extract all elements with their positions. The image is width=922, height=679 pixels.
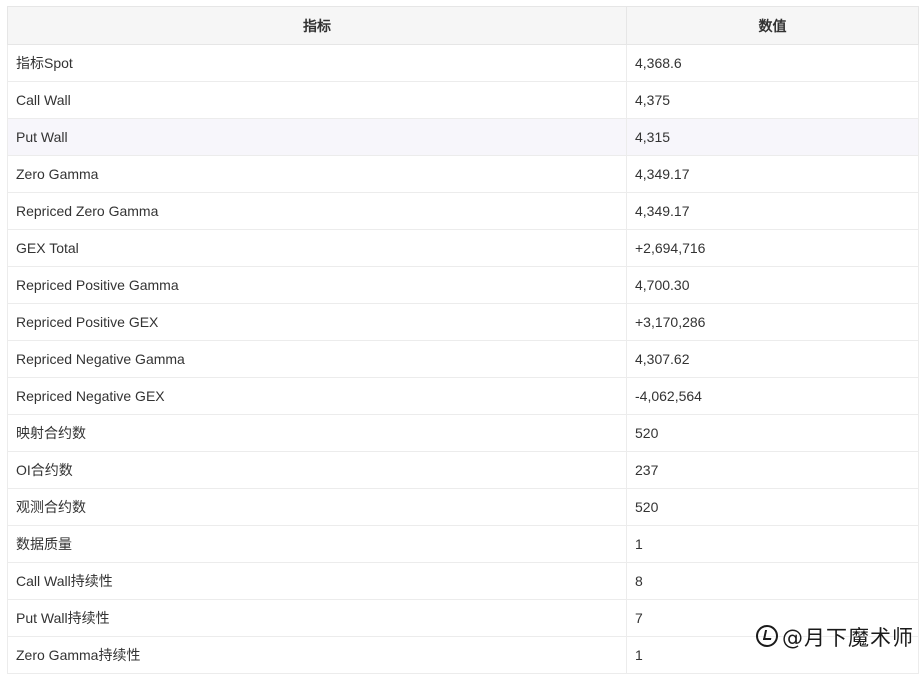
table-row: Repriced Positive GEX +3,170,286 xyxy=(7,303,919,341)
metric-value-cell: 4,700.30 xyxy=(626,266,919,304)
table-row: Put Wall 4,315 xyxy=(7,118,919,156)
watermark-text: @月下魔术师 xyxy=(782,626,914,650)
metric-name-cell: Put Wall xyxy=(7,118,627,156)
table-row: Call Wall 4,375 xyxy=(7,81,919,119)
table-row: Zero Gamma 4,349.17 xyxy=(7,155,919,193)
metric-name-cell: OI合约数 xyxy=(7,451,627,489)
data-table: 指标 数值 指标Spot 4,368.6 Call Wall 4,375 Put… xyxy=(7,6,919,674)
metric-name-cell: Repriced Negative Gamma xyxy=(7,340,627,378)
metric-name-cell: Repriced Positive GEX xyxy=(7,303,627,341)
metric-value-cell: 8 xyxy=(626,562,919,600)
metric-name-cell: Put Wall持续性 xyxy=(7,599,627,637)
table-row: GEX Total +2,694,716 xyxy=(7,229,919,267)
metric-name-cell: 指标Spot xyxy=(7,44,627,82)
metric-name-cell: Call Wall持续性 xyxy=(7,562,627,600)
metric-name-cell: 映射合约数 xyxy=(7,414,627,452)
metric-name-cell: Repriced Zero Gamma xyxy=(7,192,627,230)
metric-name-cell: Zero Gamma持续性 xyxy=(7,636,627,674)
metric-name-cell: GEX Total xyxy=(7,229,627,267)
column-header-metric: 指标 xyxy=(7,6,627,45)
data-table-container: 指标 数值 指标Spot 4,368.6 Call Wall 4,375 Put… xyxy=(7,6,919,674)
metric-name-cell: Repriced Negative GEX xyxy=(7,377,627,415)
metric-value-cell: +3,170,286 xyxy=(626,303,919,341)
table-row: Repriced Negative Gamma 4,307.62 xyxy=(7,340,919,378)
metric-value-cell: 237 xyxy=(626,451,919,489)
metric-value-cell: 4,375 xyxy=(626,81,919,119)
table-row: Repriced Negative GEX -4,062,564 xyxy=(7,377,919,415)
metric-name-cell: Repriced Positive Gamma xyxy=(7,266,627,304)
metric-name-cell: 数据质量 xyxy=(7,525,627,563)
metric-name-cell: 观测合约数 xyxy=(7,488,627,526)
metric-name-cell: Call Wall xyxy=(7,81,627,119)
table-row: 数据质量 1 xyxy=(7,525,919,563)
column-header-value: 数值 xyxy=(626,6,919,45)
metric-value-cell: 4,368.6 xyxy=(626,44,919,82)
table-row: 映射合约数 520 xyxy=(7,414,919,452)
metric-value-cell: -4,062,564 xyxy=(626,377,919,415)
metric-value-cell: 520 xyxy=(626,488,919,526)
table-row: 指标Spot 4,368.6 xyxy=(7,44,919,82)
table-row: OI合约数 237 xyxy=(7,451,919,489)
metric-value-cell: 4,307.62 xyxy=(626,340,919,378)
metric-value-cell: +2,694,716 xyxy=(626,229,919,267)
metric-value-cell: 4,315 xyxy=(626,118,919,156)
table-row: 观测合约数 520 xyxy=(7,488,919,526)
metric-name-cell: Zero Gamma xyxy=(7,155,627,193)
metric-value-cell: 520 xyxy=(626,414,919,452)
watermark: @月下魔术师 xyxy=(756,622,914,652)
metric-value-cell: 4,349.17 xyxy=(626,192,919,230)
metric-value-cell: 1 xyxy=(626,525,919,563)
table-row: Repriced Zero Gamma 4,349.17 xyxy=(7,192,919,230)
metric-value-cell: 4,349.17 xyxy=(626,155,919,193)
table-header-row: 指标 数值 xyxy=(7,6,919,45)
table-row: Call Wall持续性 8 xyxy=(7,562,919,600)
table-row: Repriced Positive Gamma 4,700.30 xyxy=(7,266,919,304)
zhihu-icon xyxy=(756,625,778,647)
